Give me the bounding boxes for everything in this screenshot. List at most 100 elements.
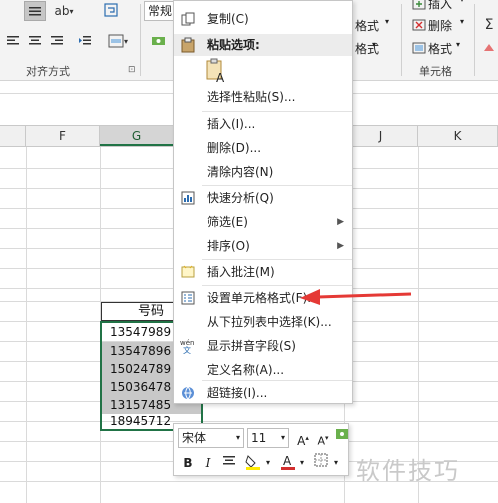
chevron-down-icon: ▾: [456, 40, 461, 49]
menu-item-pick-list[interactable]: 从下拉列表中选择(K)...: [174, 310, 352, 334]
delete-label[interactable]: 删除: [428, 17, 452, 34]
copy-icon: [180, 11, 196, 27]
chevron-down-icon[interactable]: ▾: [332, 454, 340, 472]
cond-format-label[interactable]: 格式: [355, 17, 379, 34]
menu-item-filter[interactable]: 筛选(E) ▶: [174, 210, 352, 234]
menu-item-define-name[interactable]: 定义名称(A)...: [174, 358, 352, 382]
menu-item-delete[interactable]: 删除(D)...: [174, 136, 352, 160]
menu-item-sort[interactable]: 排序(O) ▶: [174, 234, 352, 258]
clear-icon[interactable]: [480, 38, 498, 58]
menu-item-clear[interactable]: 清除内容(N): [174, 160, 352, 184]
submenu-arrow-icon: ▶: [337, 241, 344, 251]
menu-item-label: 快速分析(Q): [207, 191, 274, 205]
font-size-combo[interactable]: 11 ▾: [247, 428, 289, 448]
cells-group-label: 单元格: [419, 65, 452, 78]
menu-item-label: 显示拼音字段(S): [207, 339, 296, 353]
menu-item-quick-analysis[interactable]: 快速分析(Q): [174, 186, 352, 210]
menu-item-label: 插入(I)...: [207, 117, 256, 131]
chevron-down-icon: ▾: [460, 0, 464, 4]
grid-line: [418, 147, 419, 503]
paste-options-header: 粘贴选项:: [174, 34, 352, 56]
alignment-group-label: 对齐方式: [26, 65, 70, 78]
group-divider: [474, 4, 475, 76]
column-header-g[interactable]: G: [100, 126, 174, 146]
submenu-arrow-icon: ▶: [337, 217, 344, 227]
menu-item-phonetic[interactable]: wén 文 显示拼音字段(S): [174, 334, 352, 358]
comment-icon: [180, 264, 196, 280]
grid-line: [26, 147, 27, 503]
currency-icon[interactable]: [148, 31, 170, 51]
menu-item-paste-special[interactable]: 选择性粘贴(S)...: [174, 85, 352, 109]
menu-item-hyperlink[interactable]: 超链接(I)...: [174, 381, 352, 405]
chevron-down-icon: ▾: [372, 40, 377, 49]
watermark-text: 软件技巧: [356, 457, 460, 485]
align-middle-button[interactable]: [24, 1, 46, 21]
menu-item-label: 清除内容(N): [207, 165, 274, 179]
font-size-value: 11: [251, 431, 267, 445]
menu-item-label: 粘贴选项:: [207, 38, 260, 52]
column-header-j[interactable]: J: [344, 126, 418, 146]
wrap-text-icon[interactable]: [100, 0, 122, 20]
context-menu: 复制(C) 粘贴选项: A 选择性粘贴(S)... 插入(I)... 删除(D)…: [173, 0, 353, 404]
insert-cells-icon[interactable]: [408, 0, 430, 14]
column-header-k[interactable]: K: [418, 126, 498, 146]
menu-item-label: 删除(D)...: [207, 141, 262, 155]
menu-item-label: 排序(O): [207, 239, 250, 253]
menu-item-label: 超链接(I)...: [207, 386, 268, 400]
align-left-icon[interactable]: [2, 31, 24, 51]
delete-cells-icon[interactable]: [408, 15, 430, 35]
borders-icon[interactable]: [312, 453, 330, 471]
menu-item-label: 选择性粘贴(S)...: [207, 90, 296, 104]
number-format-value: 常规: [148, 4, 173, 18]
chevron-down-icon: ▾: [460, 17, 465, 26]
sum-icon[interactable]: Σ: [480, 15, 498, 35]
menu-item-label: 定义名称(A)...: [207, 363, 285, 377]
align-center-icon[interactable]: [24, 31, 46, 51]
insert-label[interactable]: 插入: [428, 0, 452, 12]
font-name-value: 宋体: [182, 431, 207, 445]
format-cells-icon: [180, 290, 196, 306]
chevron-down-icon: ▾: [385, 17, 390, 26]
menu-item-copy[interactable]: 复制(C): [174, 7, 352, 31]
italic-button[interactable]: I: [200, 454, 216, 472]
fill-color-icon[interactable]: [242, 453, 264, 471]
menu-item-label: 从下拉列表中选择(K)...: [207, 315, 332, 329]
format-label[interactable]: 格式: [428, 40, 452, 57]
corner-cell[interactable]: [0, 126, 26, 146]
column-header-f[interactable]: F: [26, 126, 100, 146]
menu-item-label: 筛选(E): [207, 215, 248, 229]
font-color-icon[interactable]: A: [278, 453, 298, 471]
chevron-down-icon: ▾: [280, 433, 285, 442]
svg-text:A: A: [216, 71, 225, 84]
align-center-icon[interactable]: [220, 454, 238, 472]
link-icon: [180, 385, 196, 401]
shrink-font-icon[interactable]: A▾: [314, 429, 332, 448]
chevron-down-icon: ▾: [235, 433, 240, 442]
svg-text:文: 文: [183, 345, 191, 354]
font-name-combo[interactable]: 宋体 ▾: [178, 428, 244, 448]
format-cells-icon[interactable]: [408, 38, 430, 58]
indent-icon[interactable]: [74, 31, 96, 51]
paste-values-button[interactable]: A: [204, 58, 230, 85]
grid-line: [0, 421, 498, 422]
accounting-format-icon[interactable]: [334, 427, 350, 445]
menu-item-label: 复制(C): [207, 12, 249, 26]
phonetic-icon: wén 文: [180, 338, 196, 354]
svg-text:A: A: [283, 454, 292, 468]
number-format-combo[interactable]: 常规: [144, 1, 174, 21]
grow-font-icon[interactable]: A▴: [294, 429, 312, 448]
annotation-arrow: [300, 289, 412, 305]
dialog-launcher-icon[interactable]: ⊡: [128, 65, 136, 75]
merge-center-button[interactable]: ▾: [104, 31, 132, 51]
chevron-down-icon[interactable]: ▾: [298, 454, 306, 472]
orientation-button[interactable]: ab ▾: [52, 1, 76, 21]
group-divider: [401, 4, 402, 76]
group-divider: [140, 4, 141, 76]
menu-item-insert-comment[interactable]: 插入批注(M): [174, 260, 352, 284]
menu-item-label: 插入批注(M): [207, 265, 275, 279]
chevron-down-icon[interactable]: ▾: [264, 454, 272, 472]
bold-button[interactable]: B: [180, 454, 196, 472]
mini-toolbar: 宋体 ▾ 11 ▾ A▴ A▾ B I ▾ A ▾ ▾: [173, 423, 349, 476]
align-right-icon[interactable]: [46, 31, 68, 51]
menu-item-insert[interactable]: 插入(I)...: [174, 112, 352, 136]
